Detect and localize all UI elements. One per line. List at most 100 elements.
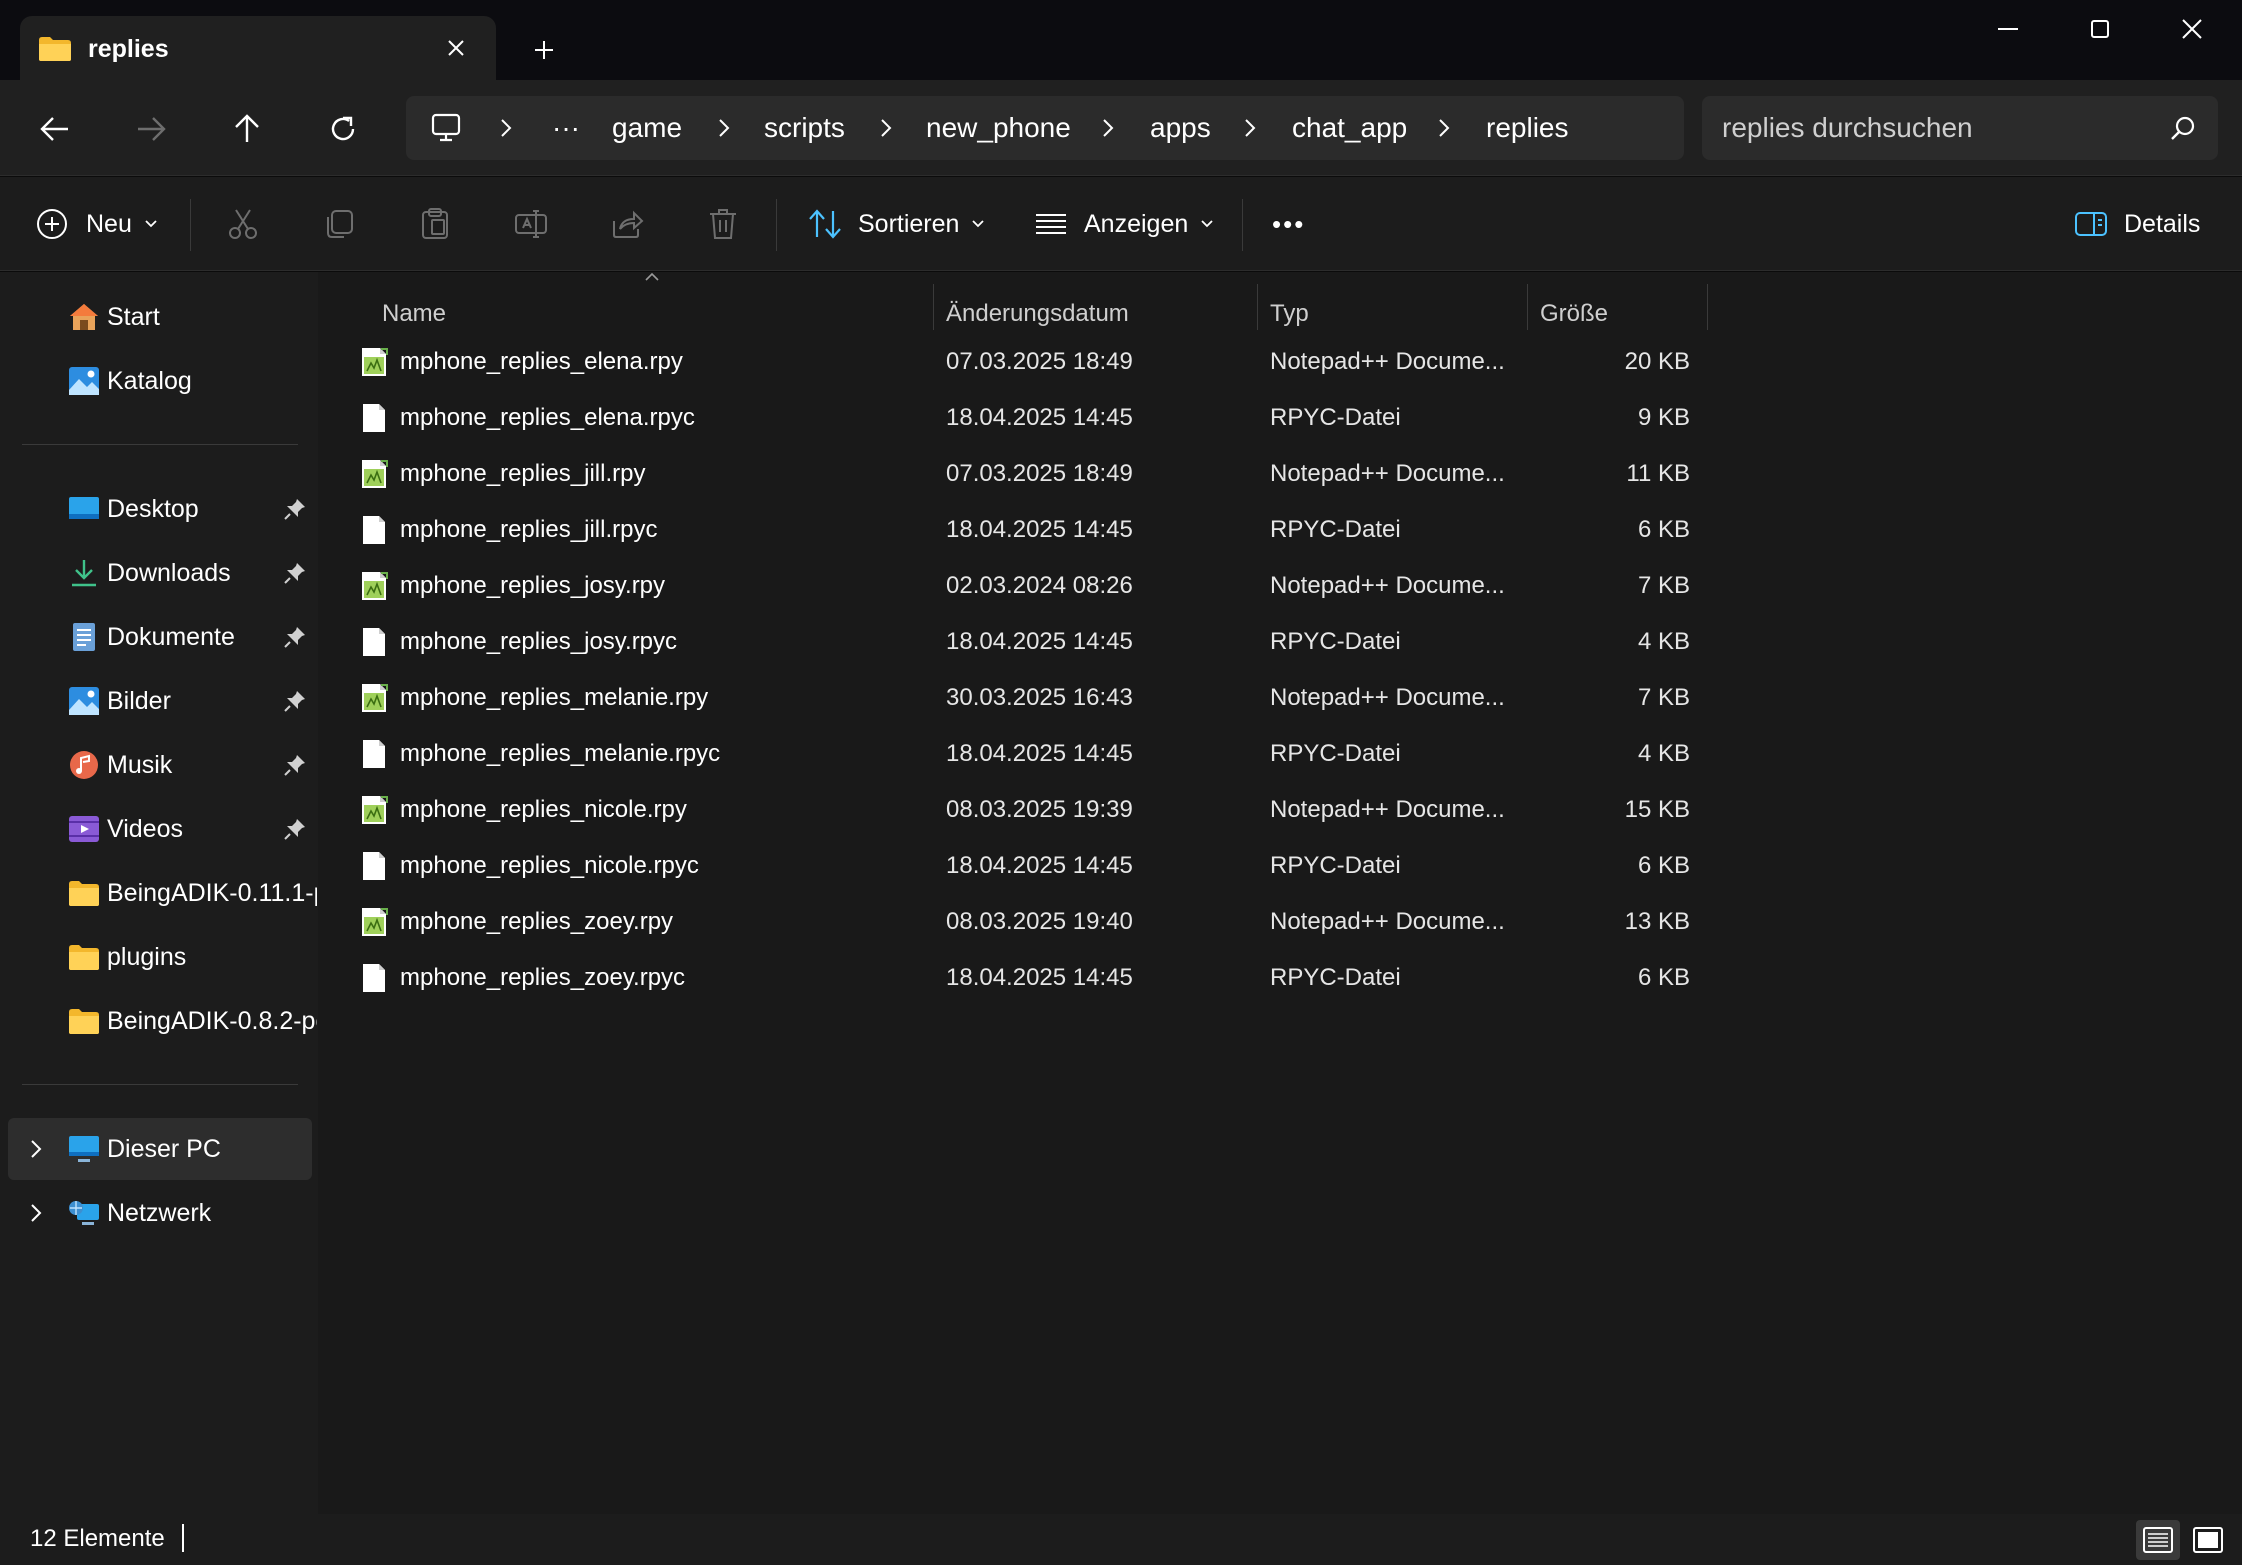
notepadpp-file-icon (360, 907, 388, 937)
file-date: 18.04.2025 14:45 (946, 740, 1133, 767)
sidebar-item-start[interactable]: Start (0, 286, 318, 348)
file-name: mphone_replies_elena.rpyc (400, 404, 695, 431)
sort-button[interactable]: Sortieren (808, 199, 985, 249)
pin-icon[interactable] (284, 562, 306, 584)
breadcrumb-chat-app[interactable]: chat_app (1292, 96, 1407, 160)
file-type: RPYC-Datei (1270, 964, 1401, 991)
refresh-button[interactable] (316, 102, 370, 156)
chevron-right-icon (876, 116, 896, 140)
sidebar-item-label: BeingADIK-0.8.2-pc (107, 1007, 317, 1035)
up-button[interactable] (220, 102, 274, 156)
chevron-right-icon (1434, 116, 1454, 140)
tab-close-button[interactable] (436, 30, 476, 66)
table-row[interactable]: mphone_replies_nicole.rpyc 18.04.2025 14:… (318, 838, 1718, 894)
table-row[interactable]: mphone_replies_elena.rpy 07.03.2025 18:49… (318, 334, 1718, 390)
breadcrumb-game[interactable]: game (612, 96, 682, 160)
breadcrumb-apps[interactable]: apps (1150, 96, 1211, 160)
close-window-button[interactable] (2146, 0, 2238, 58)
cut-icon (229, 209, 257, 239)
chevron-right-icon[interactable] (26, 1202, 46, 1224)
column-divider[interactable] (1707, 284, 1708, 330)
file-type: RPYC-Datei (1270, 740, 1401, 767)
delete-button[interactable] (706, 199, 740, 249)
breadcrumb-replies[interactable]: replies (1486, 96, 1568, 160)
address-bar[interactable]: ··· game scripts new_phone apps chat_app… (406, 96, 1684, 160)
file-icon (360, 515, 388, 545)
table-row[interactable]: mphone_replies_melanie.rpy 30.03.2025 16:… (318, 670, 1718, 726)
table-row[interactable]: mphone_replies_elena.rpyc 18.04.2025 14:4… (318, 390, 1718, 446)
search-box[interactable] (1702, 96, 2218, 160)
table-row[interactable]: mphone_replies_nicole.rpy 08.03.2025 19:3… (318, 782, 1718, 838)
column-header-type[interactable]: Typ (1270, 288, 1309, 340)
status-bar: 12 Elemente (0, 1514, 2242, 1565)
new-button[interactable]: Neu (36, 199, 158, 249)
column-divider[interactable] (933, 284, 934, 330)
copy-button[interactable] (322, 199, 356, 249)
sidebar-item-musik[interactable]: Musik (0, 734, 318, 796)
view-button[interactable]: Anzeigen (1034, 199, 1214, 249)
download-icon (72, 560, 96, 587)
sidebar-item-videos[interactable]: Videos (0, 798, 318, 860)
network-icon (69, 1201, 99, 1225)
column-divider[interactable] (1257, 284, 1258, 330)
sidebar-item-bilder[interactable]: Bilder (0, 670, 318, 732)
file-list: Name Änderungsdatum Typ Größe mphone_rep… (318, 272, 2242, 1514)
more-icon: ••• (1272, 208, 1306, 239)
details-button[interactable]: Details (2074, 199, 2200, 249)
table-row[interactable]: mphone_replies_josy.rpyc 18.04.2025 14:45… (318, 614, 1718, 670)
maximize-icon (2091, 20, 2109, 38)
sidebar-item-folder[interactable]: BeingADIK-0.11.1-p (0, 862, 318, 924)
file-icon (360, 851, 388, 881)
search-input[interactable] (1722, 96, 2152, 160)
column-divider[interactable] (1527, 284, 1528, 330)
pin-icon[interactable] (284, 498, 306, 520)
table-row[interactable]: mphone_replies_josy.rpy 02.03.2024 08:26 N… (318, 558, 1718, 614)
table-row[interactable]: mphone_replies_melanie.rpyc 18.04.2025 14… (318, 726, 1718, 782)
sidebar-item-label: BeingADIK-0.11.1-p (107, 879, 317, 907)
gallery-icon (69, 367, 99, 395)
paste-button[interactable] (418, 199, 452, 249)
details-view-button[interactable] (2136, 1520, 2180, 1560)
tiles-view-button[interactable] (2186, 1520, 2230, 1560)
pin-icon[interactable] (284, 754, 306, 776)
table-row[interactable]: mphone_replies_zoey.rpyc 18.04.2025 14:45… (318, 950, 1718, 1006)
table-row[interactable]: mphone_replies_zoey.rpy 08.03.2025 19:40 N… (318, 894, 1718, 950)
new-tab-button[interactable] (522, 30, 566, 70)
sidebar-item-desktop[interactable]: Desktop (0, 478, 318, 540)
sidebar-item-katalog[interactable]: Katalog (0, 350, 318, 412)
cut-button[interactable] (226, 199, 260, 249)
notepadpp-file-icon (360, 795, 388, 825)
home-icon (70, 304, 98, 330)
active-tab[interactable]: replies (20, 16, 496, 80)
sidebar-item-downloads[interactable]: Downloads (0, 542, 318, 604)
breadcrumb-scripts[interactable]: scripts (764, 96, 845, 160)
maximize-button[interactable] (2054, 0, 2146, 58)
pin-icon[interactable] (284, 626, 306, 648)
sidebar-item-folder[interactable]: BeingADIK-0.8.2-pc (0, 990, 318, 1052)
pin-icon[interactable] (284, 818, 306, 840)
chevron-right-icon[interactable] (26, 1138, 46, 1160)
sidebar-item-folder[interactable]: plugins (0, 926, 318, 988)
rename-button[interactable] (514, 199, 548, 249)
file-name: mphone_replies_zoey.rpyc (400, 964, 686, 991)
table-row[interactable]: mphone_replies_jill.rpyc 18.04.2025 14:45… (318, 502, 1718, 558)
share-button[interactable] (610, 199, 644, 249)
sidebar-item-network[interactable]: Netzwerk (0, 1182, 318, 1244)
file-icon (360, 403, 388, 433)
breadcrumb-new-phone[interactable]: new_phone (926, 96, 1071, 160)
minimize-button[interactable] (1962, 0, 2054, 58)
breadcrumb-overflow[interactable]: ··· (552, 96, 580, 160)
document-icon (73, 623, 95, 651)
back-button[interactable] (28, 102, 82, 156)
sidebar-item-dokumente[interactable]: Dokumente (0, 606, 318, 668)
column-header-size[interactable]: Größe (1540, 288, 1608, 340)
pin-icon[interactable] (284, 690, 306, 712)
file-name: mphone_replies_nicole.rpy (400, 796, 687, 823)
column-header-name[interactable]: Name (382, 288, 446, 340)
column-header-date[interactable]: Änderungsdatum (946, 288, 1129, 340)
more-options-button[interactable]: ••• (1272, 199, 1305, 249)
folder-icon (69, 881, 99, 906)
forward-button[interactable] (124, 102, 178, 156)
sidebar-item-this-pc[interactable]: Dieser PC (0, 1118, 318, 1180)
table-row[interactable]: mphone_replies_jill.rpy 07.03.2025 18:49 N… (318, 446, 1718, 502)
